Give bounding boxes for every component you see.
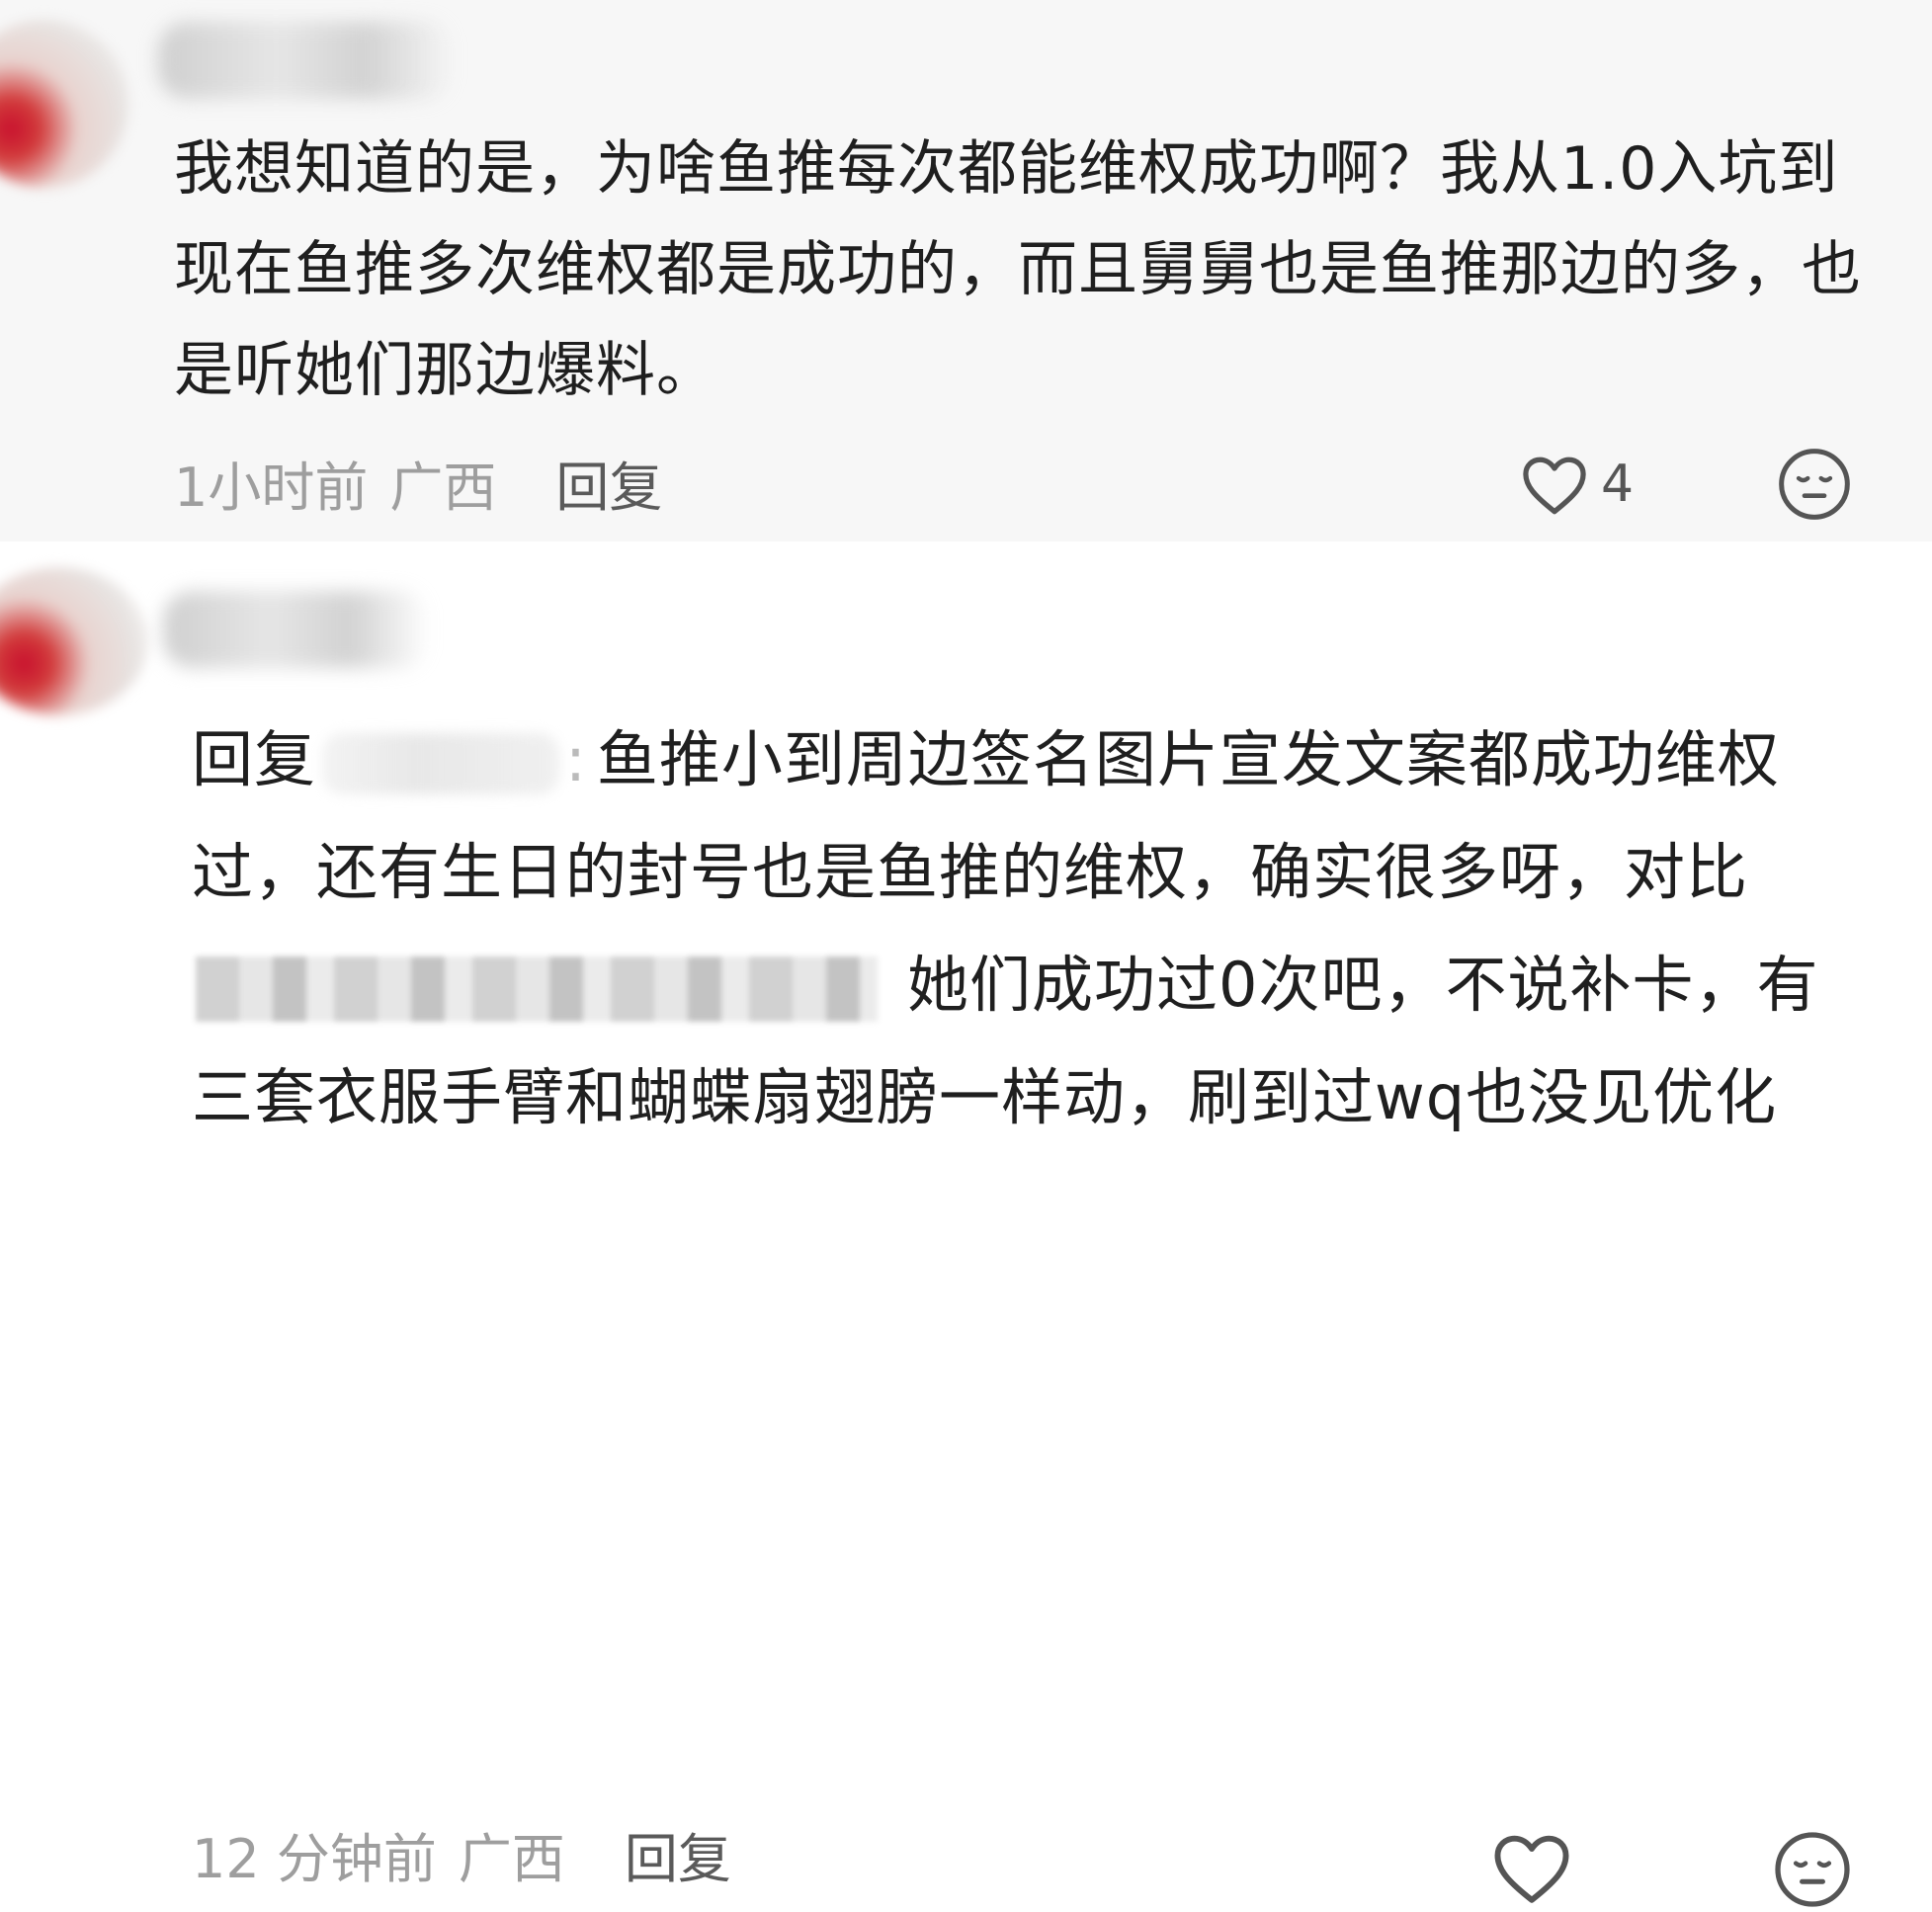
comment-location: 广西 [458, 1827, 565, 1890]
username-blurred[interactable] [163, 591, 430, 668]
username-blurred[interactable] [158, 22, 455, 99]
reply-prefix: 回复 [192, 723, 317, 795]
avatar[interactable] [0, 567, 148, 715]
avatar[interactable] [0, 20, 128, 188]
comment-time: 1小时前 [174, 456, 369, 519]
reply-button[interactable]: 回复 [555, 444, 662, 522]
like-button[interactable]: 4 [1520, 440, 1634, 529]
heart-outline-icon [1520, 453, 1589, 516]
heart-outline-icon [1490, 1830, 1573, 1905]
comment-text: 回复: 鱼推小到周边签名图片宣发文案都成功维权过，还有生日的封号也是鱼推的维权，确… [192, 704, 1842, 1154]
like-count: 4 [1601, 455, 1635, 514]
comment-location: 广西 [389, 456, 497, 519]
comment-meta: 12 分钟前 广西 回复 [192, 1814, 731, 1893]
unhappy-face-icon[interactable] [1771, 1828, 1854, 1911]
reply-button[interactable]: 回复 [625, 1815, 731, 1893]
redacted-text-blur [196, 956, 878, 1022]
comment-meta: 1小时前 广西 回复 [174, 443, 662, 522]
reply-target-blurred[interactable] [322, 732, 560, 794]
comment-item-1: 我想知道的是，为啥鱼推每次都能维权成功啊？我从1.0入坑到现在鱼推多次维权都是成… [0, 0, 1932, 541]
comment-time: 12 分钟前 [192, 1827, 437, 1890]
like-button[interactable] [1490, 1823, 1573, 1912]
comment-item-2: 回复: 鱼推小到周边签名图片宣发文案都成功维权过，还有生日的封号也是鱼推的维权，确… [0, 541, 1932, 1907]
comment-text: 我想知道的是，为啥鱼推每次都能维权成功啊？我从1.0入坑到现在鱼推多次维权都是成… [174, 134, 1862, 405]
unhappy-face-icon[interactable] [1775, 445, 1854, 524]
reply-colon: : [565, 723, 587, 795]
